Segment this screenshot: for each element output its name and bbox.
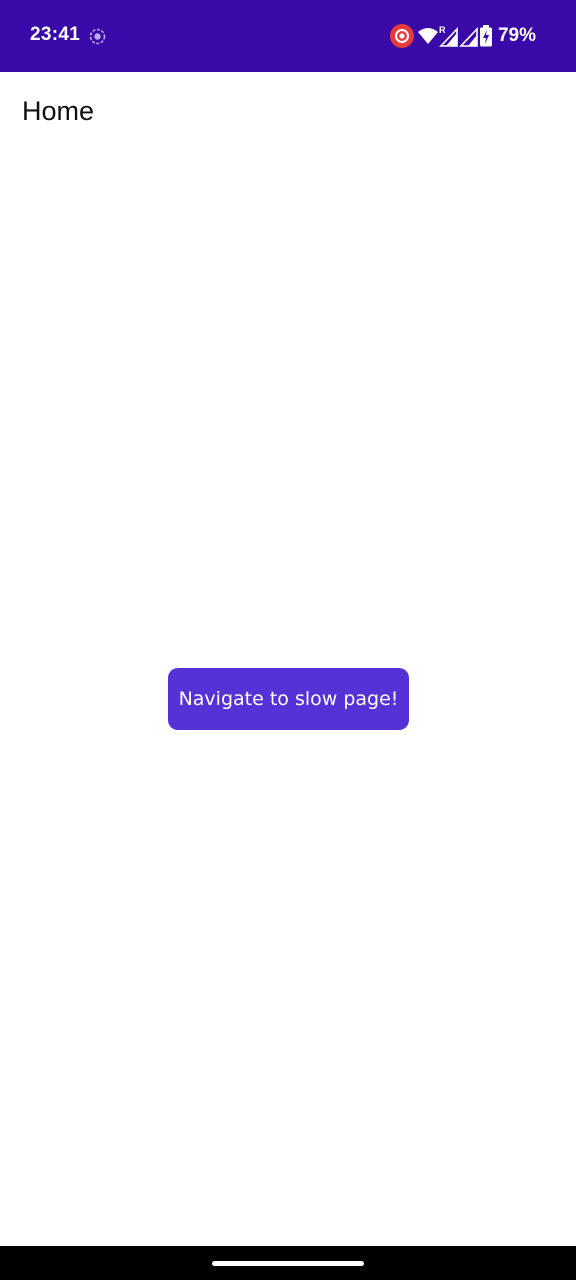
- navigation-bar: [0, 1246, 576, 1280]
- signal-icon: [459, 25, 479, 47]
- navigate-slow-page-button[interactable]: Navigate to slow page!: [168, 668, 409, 730]
- status-time: 23:41: [30, 24, 81, 45]
- wifi-icon: [417, 26, 439, 46]
- battery-charging-icon: [479, 25, 493, 47]
- page-title: Home: [22, 96, 95, 126]
- status-bar: 23:41 R 79%: [0, 0, 576, 72]
- signal-roaming-icon: R: [439, 25, 459, 47]
- sync-icon: [89, 28, 106, 45]
- home-gesture-handle[interactable]: [212, 1261, 364, 1266]
- battery-percentage: 79%: [497, 25, 536, 46]
- svg-text:R: R: [439, 25, 446, 35]
- status-icons: R 79%: [389, 24, 536, 48]
- screen-record-icon: [389, 24, 417, 48]
- screen: 23:41 R 79% Home Navigate to slow page!: [0, 0, 576, 1280]
